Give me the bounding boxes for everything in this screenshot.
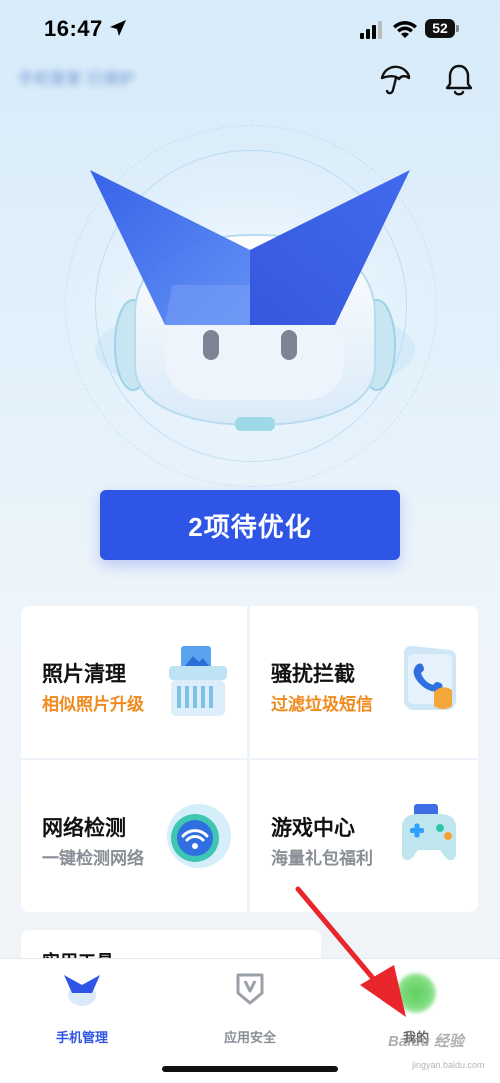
- optimize-button[interactable]: 2项待优化: [100, 490, 400, 560]
- battery-cap: [456, 25, 459, 32]
- gamepad-icon: [402, 804, 456, 861]
- account-title: 手机管家 已保护: [18, 71, 135, 88]
- card-photo-clean[interactable]: 照片清理 相似照片升级: [21, 606, 247, 758]
- card-harass-block[interactable]: 骚扰拦截 过滤垃圾短信: [250, 606, 478, 758]
- card-network-check[interactable]: 网络检测 一键检测网络: [21, 760, 247, 912]
- card-title: 网络检测: [42, 817, 126, 840]
- card-subtitle: 相似照片升级: [42, 695, 144, 714]
- status-bar: 16:47 52: [0, 0, 500, 60]
- status-time: 16:47: [44, 16, 103, 41]
- tab-label: 手机管理: [55, 1030, 108, 1045]
- location-arrow-icon: [110, 20, 126, 36]
- phone-shield-icon: [404, 646, 456, 710]
- card-subtitle: 过滤垃圾短信: [271, 695, 373, 714]
- umbrella-icon[interactable]: [378, 62, 412, 98]
- mascot-tab-icon: [64, 975, 100, 1006]
- card-title: 骚扰拦截: [271, 663, 355, 686]
- card-title: 游戏中心: [271, 817, 355, 840]
- tab-phone-manage[interactable]: 手机管理: [22, 969, 142, 1049]
- battery-indicator: 52: [425, 19, 455, 38]
- cellular-signal-icon: [360, 21, 382, 39]
- tab-label: 应用安全: [223, 1030, 276, 1045]
- card-title: 照片清理: [42, 663, 126, 686]
- bell-icon[interactable]: [442, 62, 476, 98]
- shield-icon: [236, 973, 264, 1005]
- home-indicator: [162, 1066, 338, 1072]
- card-subtitle: 一键检测网络: [42, 849, 144, 868]
- wifi-icon: [393, 21, 417, 38]
- wifi-globe-icon: [167, 804, 231, 868]
- watermark-url: jingyan.baidu.com: [412, 1060, 485, 1070]
- annotation-arrow-icon: [295, 886, 406, 1017]
- robot-mascot: [90, 170, 415, 431]
- shredder-photo-icon: [169, 646, 227, 716]
- card-subtitle: 海量礼包福利: [271, 849, 373, 868]
